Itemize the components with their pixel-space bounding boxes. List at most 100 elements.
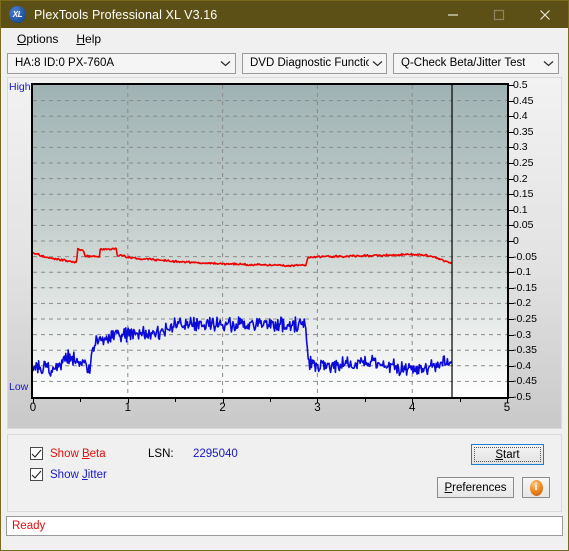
y-axis-tick-label: 0.25 [513,157,534,169]
test-select[interactable]: Q-Check Beta/Jitter Test [393,52,559,74]
info-button[interactable]: i [522,477,550,498]
x-axis-tick-mark [127,399,129,403]
x-axis-tick-label: 2 [219,402,226,414]
y-axis-tick-mark [509,163,514,164]
y-axis-tick-label: -0.1 [513,266,532,279]
y-axis-tick-label: 0.1 [513,203,528,216]
show-jitter-label: Show Jitter [50,468,107,481]
y-axis-tick-mark [509,100,514,102]
status-bar: Ready [6,516,563,536]
checkbox-checked-icon [30,447,43,460]
lsn-label: LSN: [148,448,174,460]
y-axis-tick-mark [509,365,514,367]
y-axis-tick-mark [509,178,514,180]
x-axis-tick-mark [33,399,34,403]
y-axis-tick-label: -0.45 [513,375,537,388]
title-bar: XL PlexTools Professional XL V3.16 [1,1,568,28]
y-axis-tick-mark [509,350,514,352]
show-beta-label: Show Beta [50,447,106,460]
y-axis-tick-mark [509,397,514,398]
chevron-down-icon [216,54,235,73]
status-text: Ready [12,520,46,532]
y-axis-tick-label: -0.35 [513,344,537,357]
x-axis-minor-tick [459,399,461,402]
info-icon: i [529,479,543,496]
controls-panel: Show Beta Show Jitter LSN: 2295040 Start… [7,434,562,512]
show-beta-checkbox[interactable]: Show Beta [30,447,106,460]
close-icon[interactable] [522,1,568,28]
axis-label-low: Low [9,381,29,393]
y-axis-tick-mark [509,256,514,258]
x-axis-tick-mark [412,399,414,403]
x-axis-tick-label: 4 [408,402,416,414]
x-axis-tick-mark [222,399,224,403]
window-controls [430,1,568,28]
y-axis-tick-label: -0.25 [513,313,537,325]
y-axis-tick-label: 0.5 [513,79,528,91]
y-axis-tick-label: 0.15 [513,188,534,201]
y-axis-tick-mark [509,209,514,211]
x-axis-tick-label: 0 [29,402,37,414]
drive-select-value: HA:8 ID:0 PX-760A [15,57,115,69]
x-axis-tick-mark [317,399,319,403]
plot-box [31,83,509,399]
x-axis-tick-mark [507,399,508,403]
x-axis-minor-tick [364,399,366,402]
x-axis-tick-label: 5 [503,402,511,414]
y-axis-tick-label: 0.45 [513,94,534,107]
function-select-value: DVD Diagnostic Functions [250,57,370,69]
y-axis-tick-label: 0.05 [513,219,534,232]
start-button[interactable]: Start [471,444,544,465]
y-axis-tick-mark [509,131,514,133]
preferences-button-label: Preferences [444,481,507,494]
y-axis-tick-label: 0.4 [513,110,528,123]
checkbox-checked-icon [30,468,43,481]
maximize-icon[interactable] [476,1,522,28]
test-select-value: Q-Check Beta/Jitter Test [401,57,526,69]
minimize-icon[interactable] [430,1,476,28]
y-axis-tick-mark [509,319,514,320]
app-window: XL PlexTools Professional XL V3.16 Optio… [0,0,569,551]
y-axis-tick-mark [509,381,514,383]
y-axis-tick-label: -0.5 [513,391,532,403]
x-axis-minor-tick [80,399,82,402]
menu-item-options-label: ptions [26,31,59,46]
function-select[interactable]: DVD Diagnostic Functions [242,52,387,74]
menu-item-help-label: elp [85,31,102,46]
drive-select[interactable]: HA:8 ID:0 PX-760A [7,52,236,74]
y-axis-tick-label: -0.4 [513,359,532,372]
x-axis-minor-tick [270,399,271,402]
plot-area [31,83,509,399]
toolbar: HA:8 ID:0 PX-760A DVD Diagnostic Functio… [1,49,568,77]
y-axis-tick-mark [509,116,514,118]
start-button-inner: Start [474,447,541,462]
menu-item-options[interactable]: Options [8,30,67,48]
lsn-value: 2295040 [193,448,238,460]
y-axis-tick-mark [509,147,514,149]
y-axis-tick-mark [509,272,514,274]
y-axis-tick-label: -0.3 [513,328,532,341]
menu-bar: Options Help [1,28,568,49]
axis-label-high: High [9,81,31,93]
plot-canvas [33,85,507,397]
y-axis-tick-label: 0.35 [513,125,534,138]
y-axis-tick-mark [509,194,514,196]
y-axis-tick-label: -0.2 [513,297,532,310]
chart-panel: High Low 0.5 0.45 0.4 0.35 0.3 0.25 0.2 0.15 0.1… [7,77,562,429]
preferences-button[interactable]: Preferences [437,477,514,498]
y-axis-tick-mark [509,225,514,227]
y-axis-tick-label: 0.2 [513,172,528,185]
x-axis-tick-label: 3 [314,402,321,414]
menu-item-help[interactable]: Help [67,30,110,48]
y-axis-tick-label: 0.3 [513,141,528,154]
y-axis-tick-mark [509,287,514,289]
y-axis-tick-mark [509,85,514,86]
x-axis-tick-label: 1 [124,402,131,414]
y-axis-tick-label: -0.05 [513,250,537,263]
show-jitter-checkbox[interactable]: Show Jitter [30,468,107,481]
xl-app-icon: XL [9,6,26,23]
chevron-down-icon [369,54,386,73]
y-axis-tick-mark [509,303,514,305]
window-title: PlexTools Professional XL V3.16 [34,7,218,22]
y-axis-tick-mark [509,334,514,336]
